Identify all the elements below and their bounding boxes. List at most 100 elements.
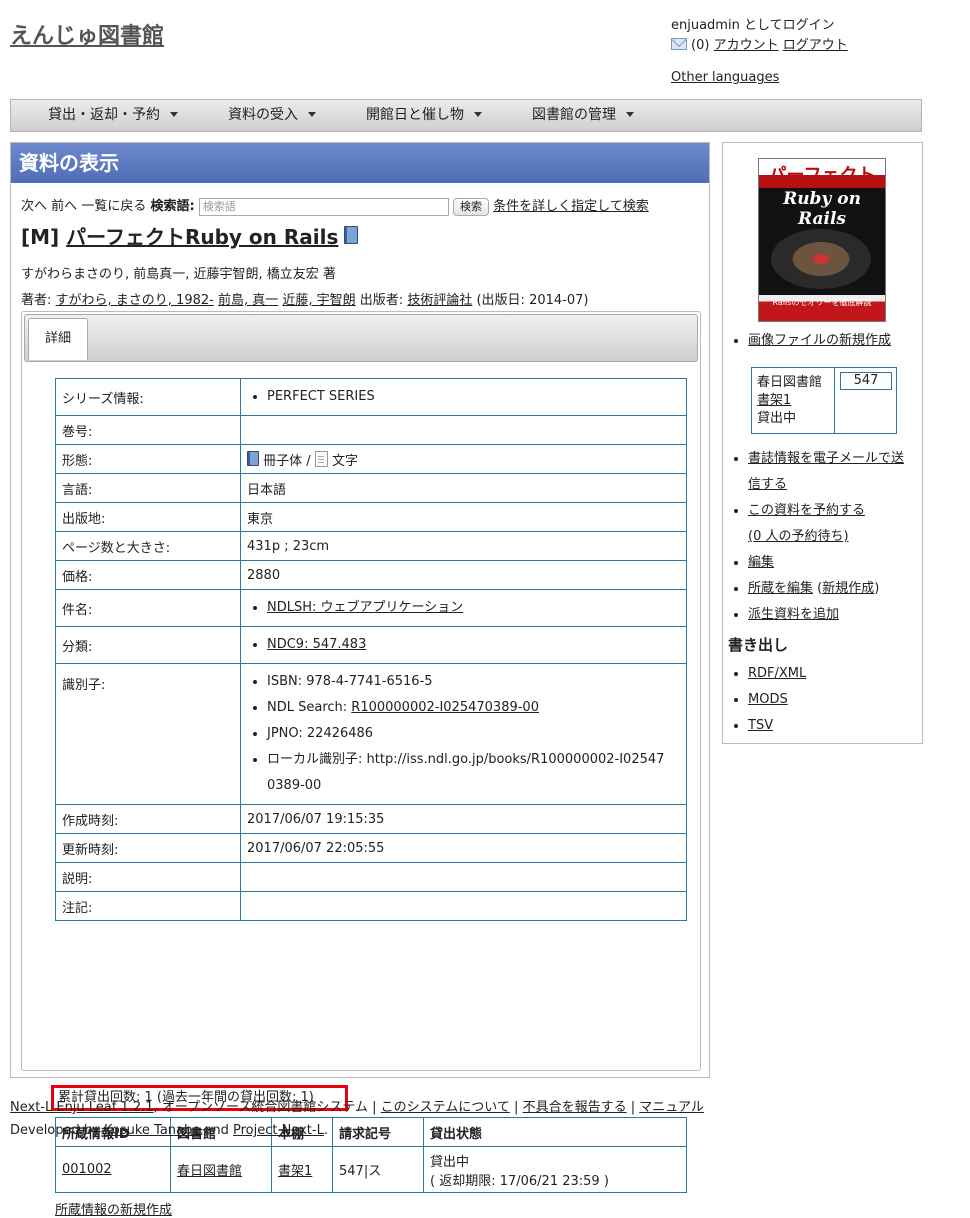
manual-link[interactable]: マニュアル [639,1100,704,1115]
detail-key: ページ数と大きさ: [55,531,241,561]
export-mods-link[interactable]: MODS [748,692,788,707]
side-action-list: 書誌情報を電子メールで送信する この資料を予約する (0 人の予約待ち) 編集 所… [723,446,913,628]
shelf-link[interactable]: 書架1 [278,1164,312,1179]
detail-value: NDLSH: ウェブアプリケーション [240,589,687,627]
list-item: この資料を予約する (0 人の予約待ち) [748,498,913,550]
menu-events[interactable]: 開館日と催し物 [366,100,482,131]
about-link[interactable]: このシステムについて [381,1100,510,1115]
advanced-search-link[interactable]: 条件を詳しく指定して検索 [493,199,649,214]
item-id-link[interactable]: 001002 [62,1162,112,1177]
item-title-link[interactable]: パーフェクトRuby on Rails [66,225,338,249]
menu-label: 資料の受入 [228,107,298,123]
reserve-link[interactable]: この資料を予約する [748,503,865,518]
account-link[interactable]: アカウント [714,38,779,53]
detail-value: 冊子体 / 文字 [240,444,687,474]
prev-link[interactable]: 前へ [51,199,77,214]
add-derived-link[interactable]: 派生資料を追加 [748,607,839,622]
holding-library: 春日図書館 [757,375,823,390]
side-panel: パーフェクト Ruby on Rails Railsのセオリーを徹底解説 画像フ… [722,142,923,744]
mail-icon[interactable] [671,38,687,50]
reservation-waiting-link[interactable]: (0 人の予約待ち) [748,529,849,544]
list-item: 編集 [748,550,913,576]
project-link[interactable]: Project Next-L [233,1123,324,1138]
menu-label: 開館日と催し物 [366,107,464,123]
report-bug-link[interactable]: 不具合を報告する [523,1100,627,1115]
menu-admin[interactable]: 図書館の管理 [532,100,634,131]
new-holding-link[interactable]: 新規作成 [822,581,874,596]
list-item: 書誌情報を電子メールで送信する [748,446,913,498]
detail-table: シリーズ情報: PERFECT SERIES 巻号: 形態: 冊子体 / 文字 言… [55,378,687,921]
due-date: ( 返却期限: 17/06/21 23:59 ) [430,1173,609,1189]
creator-link[interactable]: 前島, 真一 [218,293,278,308]
other-languages-link[interactable]: Other languages [671,70,779,85]
edit-items-link[interactable]: 所蔵を編集 [748,581,813,596]
detail-value [240,891,687,921]
back-to-list-link[interactable]: 一覧に戻る [81,199,146,214]
cover-title-en: Ruby on Rails [783,189,861,229]
ndl-search-link[interactable]: R100000002-I025470389-00 [351,700,539,715]
cover-subtitle: Railsのセオリーを徹底解説 [772,298,872,307]
site-title: えんじゅ図書館 [10,18,164,50]
holding-summary: 春日図書館 書架1 貸出中 547 [751,367,897,434]
jpno-value: JPNO: 22426486 [267,721,680,747]
detail-key: 作成時刻: [55,804,241,834]
book-icon [344,226,359,244]
form-carrier: 冊子体 [263,453,303,469]
developed-by-label: Developed by [10,1123,100,1138]
menu-circulation[interactable]: 貸出・返却・予約 [48,100,178,131]
detail-key: 巻号: [55,415,241,445]
creator-link[interactable]: すがわら, まさのり, 1982- [56,293,214,308]
subject-link[interactable]: NDLSH: ウェブアプリケーション [267,600,463,615]
pub-date: (出版日: 2014-07) [476,293,589,308]
next-link[interactable]: 次へ [21,199,47,214]
author-link[interactable]: Kosuke Tanabe [104,1123,200,1138]
footer-description: , オープンソース統合図書館システム | [153,1100,377,1115]
detail-value: 2017/06/07 19:15:35 [240,804,687,834]
search-button[interactable]: 検索 [452,197,489,216]
new-image-link[interactable]: 画像ファイルの新規作成 [748,333,891,348]
creator-link[interactable]: 近藤, 宇智朗 [282,293,355,308]
chevron-down-icon [626,112,634,117]
list-item: TSV [748,713,913,739]
classification-link[interactable]: NDC9: 547.483 [267,637,366,652]
tab-detail[interactable]: 詳細 [28,318,88,360]
item-title: [M] パーフェクトRuby on Rails [21,221,359,250]
holding-shelf-link[interactable]: 書架1 [757,393,791,408]
menu-acquisition[interactable]: 資料の受入 [228,100,316,131]
ndl-search-item: NDL Search: R100000002-I025470389-00 [267,695,680,721]
main-panel: 資料の表示 次へ 前へ 一覧に戻る 検索語: 検索語 検索 条件を詳しく指定して… [10,142,710,1218]
subject-item: NDLSH: ウェブアプリケーション [267,595,680,621]
detail-value [240,415,687,445]
circulation-status: 貸出中 [430,1154,470,1170]
detail-key: 形態: [55,444,241,474]
column-header: 請求記号 [332,1117,424,1147]
detail-value: NDC9: 547.483 [240,626,687,664]
edit-link[interactable]: 編集 [748,555,774,570]
holding-info: 春日図書館 書架1 貸出中 [757,374,822,428]
logout-link[interactable]: ログアウト [783,38,848,53]
publisher-link[interactable]: 技術評論社 [407,293,472,308]
export-tsv-link[interactable]: TSV [748,718,773,733]
footer-line-2: Developed by Kosuke Tanabe and Project N… [10,1123,328,1138]
document-icon [314,450,328,467]
list-item: 画像ファイルの新規作成 [748,328,913,354]
detail-key: シリーズ情報: [55,378,241,416]
book-cover-image[interactable]: パーフェクト Ruby on Rails Railsのセオリーを徹底解説 [758,158,886,322]
divider [834,368,835,433]
email-bib-link[interactable]: 書誌情報を電子メールで送信する [748,451,904,492]
creators-row: 著者: すがわら, まさのり, 1982- 前島, 真一 近藤, 宇智朗 出版者… [21,289,588,308]
library-link[interactable]: 春日図書館 [177,1164,242,1179]
cover-illustration [771,229,871,289]
product-link[interactable]: Next-L Enju Leaf 1.2.1 [10,1100,154,1115]
detail-key: 更新時刻: [55,833,241,863]
classification-item: NDC9: 547.483 [267,632,680,658]
footer-period: . [323,1123,328,1138]
export-rdf-link[interactable]: RDF/XML [748,666,806,681]
holding-status: 貸出中 [757,411,797,426]
detail-key: 説明: [55,862,241,892]
new-item-link[interactable]: 所蔵情報の新規作成 [55,1203,172,1218]
list-item: 派生資料を追加 [748,602,913,628]
site-title-link[interactable]: えんじゅ図書館 [10,24,164,49]
library-cell: 春日図書館 [170,1146,272,1193]
search-input[interactable]: 検索語 [198,197,449,216]
